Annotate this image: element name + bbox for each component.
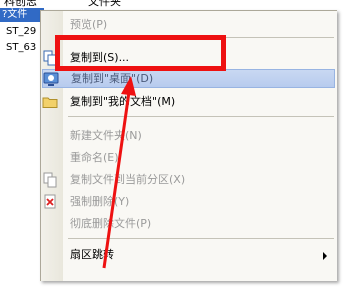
menu-separator xyxy=(68,238,334,239)
menu-item-label: 复制到"桌面"(D) xyxy=(71,72,154,85)
folder-icon xyxy=(42,94,58,110)
column-header-type[interactable]: 文件夹 xyxy=(88,0,121,9)
menu-item-label: 彻底删除文件(P) xyxy=(70,217,152,230)
file-row[interactable]: ST_29 xyxy=(6,25,36,39)
menu-item-label: 预览(P) xyxy=(70,18,108,31)
menu-item-copy-to-desktop[interactable]: 复制到"桌面"(D) xyxy=(42,69,335,88)
menu-item-label: 复制到"我的文档"(M) xyxy=(70,95,176,108)
menu-item-label: 重命名(E) xyxy=(70,151,119,164)
menu-item-partial xyxy=(41,265,337,287)
menu-item-new-folder[interactable]: 新建文件夹(N) xyxy=(41,125,337,147)
highlight-box xyxy=(55,35,226,71)
menu-item-preview[interactable]: 预览(P) xyxy=(41,14,337,36)
menu-item-label: 扇区跳转 xyxy=(70,248,114,261)
file-row-name: ST_29 xyxy=(6,26,37,37)
menu-item-label: 强制删除(Y) xyxy=(70,195,130,208)
copy-file-icon xyxy=(42,172,58,188)
menu-item-copy-to-documents[interactable]: 复制到"我的文档"(M) xyxy=(41,91,337,113)
file-row-name: ?文件 xyxy=(2,9,28,20)
delete-icon xyxy=(42,194,58,210)
menu-item-rename[interactable]: 重命名(E) xyxy=(41,147,337,169)
menu-item-label: 复制文件到当前分区(X) xyxy=(70,173,186,186)
menu-item-copy-to-partition[interactable]: 复制文件到当前分区(X) xyxy=(41,169,337,191)
desktop-icon xyxy=(43,71,59,87)
file-row[interactable]: ST_63 xyxy=(6,41,36,55)
file-row-name: ST_63 xyxy=(6,42,37,53)
menu-item-label: 新建文件夹(N) xyxy=(70,129,142,142)
menu-item-force-delete[interactable]: 强制删除(Y) xyxy=(41,191,337,213)
file-row-selected[interactable]: ?文件 xyxy=(0,8,44,22)
menu-separator xyxy=(68,116,334,117)
menu-item-sector-jump[interactable]: 扇区跳转 xyxy=(41,244,337,266)
menu-item-permanent-delete[interactable]: 彻底删除文件(P) xyxy=(41,213,337,235)
file-list-header: 科创志 文件夹 xyxy=(0,0,345,8)
submenu-arrow-icon xyxy=(323,252,327,260)
